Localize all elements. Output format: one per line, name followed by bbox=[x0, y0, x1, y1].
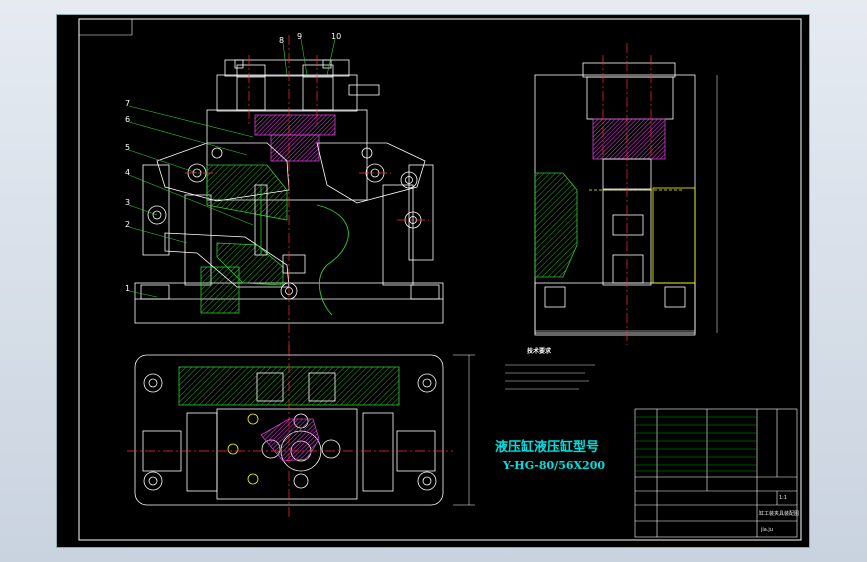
title-block-drawing-name: 缸工装夹具装配图 bbox=[759, 510, 799, 517]
part-number-6: 6 bbox=[125, 115, 130, 124]
part-number-8: 8 bbox=[279, 36, 284, 45]
drawing-title: 液压缸液压缸型号 bbox=[495, 439, 599, 455]
parts-list-rows bbox=[635, 416, 757, 472]
side-view bbox=[534, 62, 696, 336]
top-dimensions bbox=[453, 354, 475, 506]
part-number-1: 1 bbox=[125, 284, 130, 293]
part-number-10: 10 bbox=[331, 32, 341, 41]
drawing-canvas[interactable]: 7 6 5 4 3 2 1 8 9 10 技术要求 液压缸液压缸型号 Y-HG-… bbox=[56, 14, 810, 548]
title-block bbox=[634, 408, 798, 538]
tech-requirements-heading: 技术要求 bbox=[527, 347, 552, 355]
part-number-7: 7 bbox=[125, 99, 130, 108]
part-number-9: 9 bbox=[297, 32, 302, 41]
part-number-2: 2 bbox=[125, 220, 130, 229]
tech-requirements-lines bbox=[505, 364, 595, 390]
corner-tag bbox=[79, 18, 133, 36]
side-center-lines bbox=[602, 43, 652, 345]
part-number-3: 3 bbox=[125, 198, 130, 207]
title-block-drawing-no: jia.ju bbox=[760, 527, 773, 533]
part-number-5: 5 bbox=[125, 143, 130, 152]
title-block-ratio: 1:1 bbox=[779, 495, 787, 501]
part-number-4: 4 bbox=[125, 168, 130, 177]
cad-drawing: 7 6 5 4 3 2 1 8 9 10 技术要求 液压缸液压缸型号 Y-HG-… bbox=[78, 18, 802, 541]
drawing-model: Y-HG-80/56X200 bbox=[502, 459, 605, 472]
